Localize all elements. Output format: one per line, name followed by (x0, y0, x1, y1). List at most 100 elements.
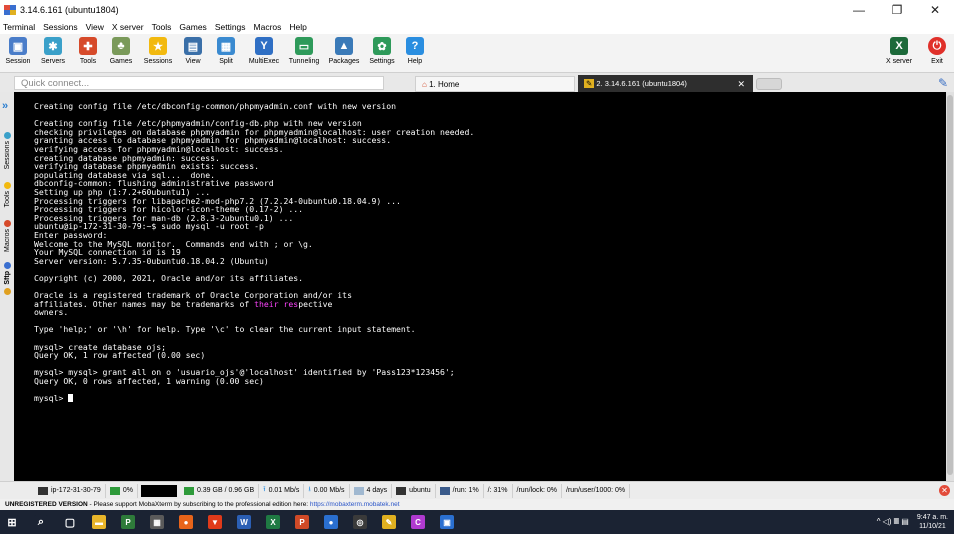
chrome-icon: ◎ (353, 515, 367, 529)
firefox-icon: ● (179, 515, 193, 529)
toolbar-packages-button[interactable]: ▲ Packages (324, 34, 364, 72)
taskbar-task-view-button[interactable]: ▢ (58, 510, 82, 534)
terminal-line: mysql> (34, 394, 939, 403)
tab-session[interactable]: ✎ 2. 3.14.6.161 (ubuntu1804) ✕ (578, 75, 753, 93)
remote-icon: ▣ (440, 515, 454, 529)
toolbar-split-button[interactable]: ▦ Split (208, 34, 244, 72)
menu-sessions[interactable]: Sessions (43, 22, 78, 32)
toolbar-multiexec-button[interactable]: Y MultiExec (244, 34, 284, 72)
taskbar-word-button[interactable]: W (232, 510, 256, 534)
memory-icon (183, 486, 194, 495)
taskbar-calculator-button[interactable]: ▦ (145, 510, 169, 534)
error-icon[interactable]: ✕ (939, 485, 950, 496)
chat-icon: ● (324, 515, 338, 529)
status-memory: 0.39 GB / 0.96 GB (180, 483, 260, 498)
menu-view[interactable]: View (86, 22, 104, 32)
menu-help[interactable]: Help (289, 22, 306, 32)
toolbar-label: Split (219, 58, 233, 65)
taskbar-clock[interactable]: 9:47 a. m. 11/10/21 (917, 513, 948, 531)
tab-row: Quick connect... ⌂ 1. Home ✎ 2. 3.14.6.1… (0, 72, 954, 93)
toolbar-tools-button[interactable]: ✚ Tools (72, 34, 104, 72)
menu-games[interactable]: Games (179, 22, 206, 32)
sidebar-tab-tools[interactable]: Tools (1, 182, 13, 207)
tab-home[interactable]: ⌂ 1. Home (415, 76, 575, 92)
user-icon (396, 486, 407, 495)
macros-icon (3, 262, 11, 269)
taskbar-excel-button[interactable]: X (261, 510, 285, 534)
xserver-icon: X (890, 37, 908, 55)
taskbar-firefox-button[interactable]: ● (174, 510, 198, 534)
packages-icon: ▲ (335, 37, 353, 55)
unregistered-text: - Please support MobaXterm by subscribin… (87, 501, 310, 508)
taskbar-chrome-button[interactable]: ◎ (348, 510, 372, 534)
toolbar-label: MultiExec (248, 58, 280, 65)
menu-macros[interactable]: Macros (254, 22, 282, 32)
menu-settings[interactable]: Settings (215, 22, 246, 32)
disk-icon (439, 486, 450, 495)
status-disk-runlock: /run/lock: 0% (513, 483, 562, 498)
terminal-output[interactable]: Creating config file /etc/dbconfig-commo… (29, 98, 944, 477)
toolbar-exit-button[interactable]: ⏻ Exit (922, 34, 952, 72)
toolbar-settings-button[interactable]: ✿ Settings (364, 34, 400, 72)
restore-button[interactable]: ❐ (878, 0, 916, 20)
status-download: ⭳ 0.00 Mb/s (304, 483, 350, 498)
tools-icon (3, 220, 11, 227)
status-host: ip-172-31-30-79 (34, 483, 106, 498)
sidebar-tab-sftp[interactable]: Sftp (1, 262, 13, 297)
toolbar-sessions-button[interactable]: ★ Sessions (138, 34, 178, 72)
toolbar-games-button[interactable]: ♣ Games (104, 34, 138, 72)
subscribe-link[interactable]: https://mobaxterm.mobatek.net (310, 501, 400, 508)
taskbar-chat-button[interactable]: ● (319, 510, 343, 534)
tab-session-label: 2. 3.14.6.161 (ubuntu1804) (596, 79, 687, 88)
toolbar-view-button[interactable]: ▤ View (178, 34, 208, 72)
taskbar-powerpoint-button[interactable]: P (290, 510, 314, 534)
settings-icon: ✿ (373, 37, 391, 55)
taskbar-search-button[interactable]: ⌕ (29, 510, 53, 534)
toolbar-session-button[interactable]: ▣ Session (2, 34, 34, 72)
sidebar-label-macros: Macros (3, 229, 11, 252)
toolbar-help-button[interactable]: ? Help (400, 34, 430, 72)
session-icon: ▣ (9, 37, 27, 55)
terminal-line: Creating config file /etc/dbconfig-commo… (34, 101, 396, 111)
sidebar-tab-macros[interactable]: Macros (1, 220, 13, 252)
close-tab-icon[interactable]: ✕ (737, 75, 745, 93)
taskbar-windows-start-button[interactable]: ⊞ (0, 510, 24, 534)
menu-xserver[interactable]: X server (112, 22, 144, 32)
taskbar-app-c-button[interactable]: C (406, 510, 430, 534)
toolbar-label: Tools (79, 58, 97, 65)
games-icon: ♣ (112, 37, 130, 55)
minimize-button[interactable]: — (840, 0, 878, 20)
exit-icon: ⏻ (928, 37, 946, 55)
status-uptime: 4 days (350, 483, 393, 498)
multiexec-icon: Y (255, 37, 273, 55)
toolbar-tunneling-button[interactable]: ▭ Tunneling (284, 34, 324, 72)
taskbar-remote-button[interactable]: ▣ (435, 510, 459, 534)
taskbar-mobaxterm-button[interactable]: ✎ (377, 510, 401, 534)
windows-start-icon: ⊞ (5, 515, 19, 529)
close-window-button[interactable]: ✕ (916, 0, 954, 20)
toolbar-label: Settings (369, 58, 395, 65)
taskbar-brave-button[interactable]: ▼ (203, 510, 227, 534)
taskbar-project-button[interactable]: P (116, 510, 140, 534)
expand-sidebar-icon[interactable]: » (2, 100, 8, 112)
terminal-scrollbar[interactable] (946, 92, 954, 481)
scrollbar-thumb[interactable] (947, 95, 953, 475)
menu-bar: Terminal Sessions View X server Tools Ga… (0, 20, 954, 34)
system-tray: ^ ◁) 𝄜 ▤ 9:47 a. m. 11/10/21 (877, 510, 948, 534)
taskbar-file-explorer-button[interactable]: ▬ (87, 510, 111, 534)
menu-tools[interactable]: Tools (152, 22, 172, 32)
toolbar-x-server-button[interactable]: X X server (884, 34, 914, 72)
menu-terminal[interactable]: Terminal (3, 22, 35, 32)
attachment-icon[interactable]: ✎ (938, 76, 948, 90)
tray-icons[interactable]: ^ ◁) 𝄜 ▤ (877, 517, 909, 527)
toolbar-servers-button[interactable]: ✱ Servers (34, 34, 72, 72)
file-explorer-icon: ▬ (92, 515, 106, 529)
upload-icon: ⭱ (263, 486, 266, 493)
terminal-line: owners. (34, 307, 69, 318)
window-titlebar: 3.14.6.161 (ubuntu1804) — ❐ ✕ (0, 0, 954, 20)
quick-connect-input[interactable]: Quick connect... (14, 76, 384, 90)
sidebar-tab-sessions[interactable]: Sessions (1, 132, 13, 169)
tab-home-label: 1. Home (429, 80, 460, 89)
view-icon: ▤ (184, 37, 202, 55)
new-tab-button[interactable] (756, 78, 782, 90)
